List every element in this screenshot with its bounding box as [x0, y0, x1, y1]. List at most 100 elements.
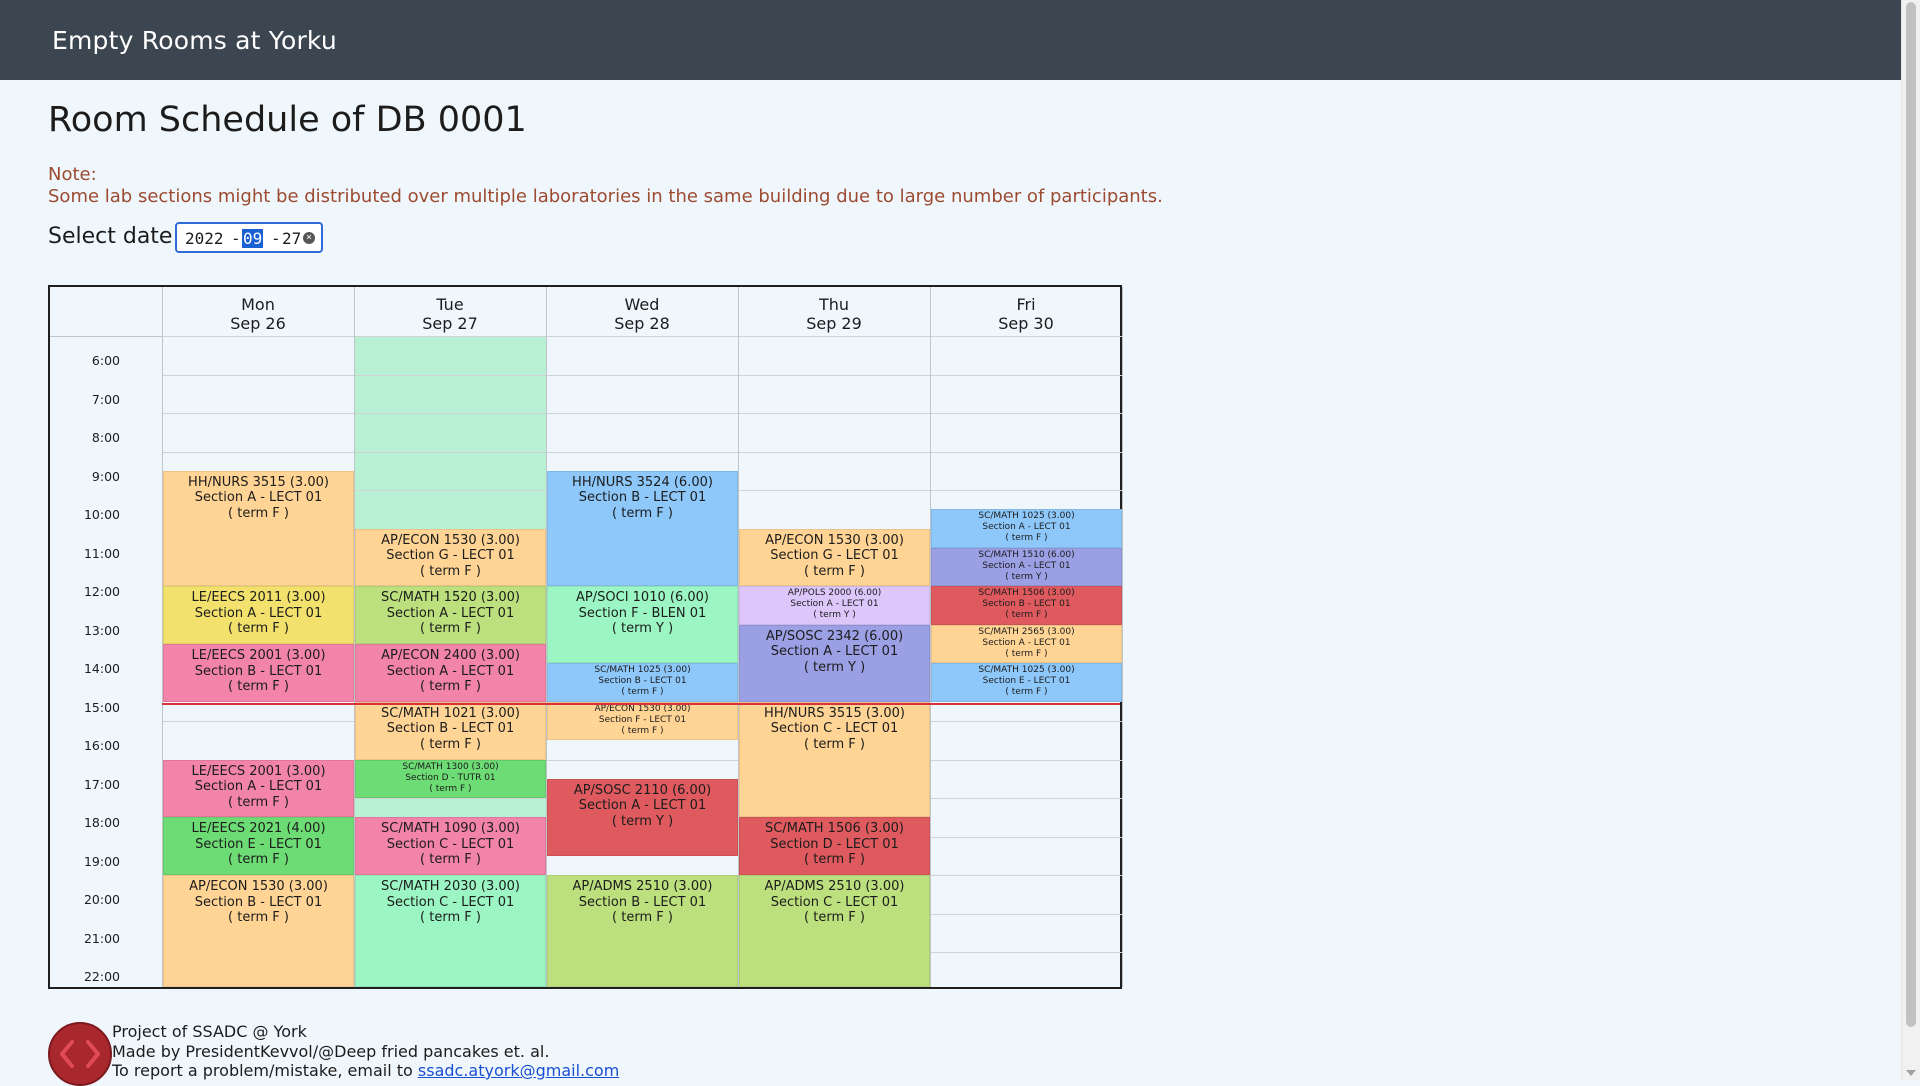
event-term: ( term F )	[804, 736, 865, 752]
footer-text: Project of SSADC @ York Made by Presiden…	[112, 1022, 619, 1081]
navbar-brand[interactable]: Empty Rooms at Yorku	[52, 26, 337, 55]
schedule-event[interactable]: SC/MATH 2030 (3.00) Section C - LECT 01( …	[355, 875, 546, 987]
event-term: ( term F )	[804, 910, 865, 925]
event-term: ( term F )	[1005, 533, 1048, 544]
event-term: ( term F )	[621, 725, 664, 736]
event-section: Section B - LECT 01	[386, 721, 515, 737]
schedule-event[interactable]: AP/SOCI 1010 (6.00) Section F - BLEN 01( …	[547, 586, 738, 664]
event-section: Section D - LECT 01	[770, 836, 899, 852]
time-label: 6:00	[91, 353, 120, 369]
schedule-event[interactable]: AP/POLS 2000 (6.00) Section A - LECT 01( …	[739, 586, 930, 625]
day-header-wed: Wed Sep 28	[546, 295, 738, 333]
event-course: AP/ECON 1530 (3.00)	[381, 532, 520, 548]
schedule-event[interactable]: AP/ADMS 2510 (3.00) Section B - LECT 01( …	[547, 875, 738, 987]
note-text: Some lab sections might be distributed o…	[48, 186, 1163, 207]
schedule-event[interactable]: LE/EECS 2021 (4.00) Section E - LECT 01( …	[163, 817, 354, 875]
scrollbar-thumb[interactable]	[1906, 2, 1916, 1027]
event-section: Section A - LECT 01	[770, 644, 899, 660]
date-sep-2: -	[271, 229, 281, 248]
event-course: LE/EECS 2001 (3.00)	[191, 648, 326, 663]
schedule-event[interactable]: AP/ECON 2400 (3.00) Section A - LECT 01( …	[355, 644, 546, 702]
event-term: ( term F )	[420, 563, 481, 579]
schedule-event[interactable]: SC/MATH 1025 (3.00) Section B - LECT 01( …	[547, 663, 738, 702]
time-label: 22:00	[83, 969, 120, 985]
event-term: ( term F )	[621, 687, 664, 698]
event-course: HH/NURS 3515 (3.00)	[764, 705, 905, 721]
schedule-event[interactable]: LE/EECS 2001 (3.00) Section B - LECT 01( …	[163, 644, 354, 702]
schedule-event[interactable]: SC/MATH 1506 (3.00) Section D - LECT 01( …	[739, 817, 930, 875]
page-scrollbar[interactable]	[1901, 0, 1920, 1080]
schedule-event[interactable]: AP/ECON 1530 (3.00) Section G - LECT 01( …	[739, 528, 930, 587]
schedule-calendar: Mon Sep 26 Tue Sep 27 Wed Sep 28 Thu Sep 29 Fri S…	[48, 285, 1123, 989]
schedule-event[interactable]: AP/ECON 1530 (3.00) Section F - LECT 01( …	[547, 701, 738, 741]
schedule-event[interactable]: SC/MATH 1300 (3.00) Section D - TUTR 01( …	[355, 759, 546, 798]
event-section: Section B - LECT 01	[982, 599, 1071, 610]
time-label: 21:00	[83, 930, 120, 946]
event-course: HH/NURS 3515 (3.00)	[188, 474, 329, 490]
schedule-event[interactable]: HH/NURS 3524 (6.00) Section B - LECT 01( …	[547, 470, 738, 587]
schedule-event[interactable]: LE/EECS 2011 (3.00) Section A - LECT 01( …	[163, 586, 354, 644]
grid-hline	[162, 374, 1122, 376]
event-section: Section A - LECT 01	[194, 779, 323, 794]
event-course: SC/MATH 1510 (6.00)	[978, 549, 1075, 560]
event-section: Section E - LECT 01	[982, 676, 1071, 687]
footer: Project of SSADC @ York Made by Presiden…	[48, 1022, 948, 1086]
event-course: SC/MATH 1025 (3.00)	[594, 665, 691, 676]
date-day[interactable]: 27	[282, 229, 301, 248]
day-header-fri: Fri Sep 30	[930, 295, 1122, 333]
event-term: ( term F )	[804, 852, 865, 868]
event-section: Section B - LECT 01	[194, 663, 323, 679]
grid-vline	[1122, 287, 1123, 987]
event-section: Section B - LECT 01	[578, 894, 707, 910]
schedule-event[interactable]: AP/ECON 1530 (3.00) Section B - LECT 01( …	[163, 875, 354, 987]
schedule-event[interactable]: SC/MATH 1025 (3.00) Section E - LECT 01( …	[931, 663, 1122, 702]
schedule-event[interactable]: AP/SOSC 2342 (6.00) Section A - LECT 01( …	[739, 624, 930, 702]
event-course: LE/EECS 2001 (3.00)	[191, 763, 326, 779]
event-term: ( term F )	[228, 621, 289, 637]
schedule-event[interactable]: SC/MATH 1510 (6.00) Section A - LECT 01( …	[931, 547, 1122, 587]
time-label: 13:00	[83, 622, 120, 638]
schedule-event[interactable]: LE/EECS 2001 (3.00) Section A - LECT 01( …	[163, 759, 354, 818]
clear-date-icon[interactable]: ×	[303, 232, 315, 244]
event-section: Section G - LECT 01	[386, 548, 515, 563]
footer-line-credits: Made by PresidentKevvol/@Deep fried panc…	[112, 1041, 550, 1061]
event-term: ( term F )	[804, 563, 865, 579]
schedule-event[interactable]: HH/NURS 3515 (3.00) Section A - LECT 01( …	[163, 470, 354, 587]
date-input[interactable]: 2022 - 09 - 27 ×	[175, 222, 323, 253]
event-course: AP/SOSC 2110 (6.00)	[573, 782, 712, 798]
day-name: Thu	[818, 295, 850, 314]
schedule-event[interactable]: AP/SOSC 2110 (6.00) Section A - LECT 01( …	[547, 778, 738, 856]
event-course: AP/ECON 1530 (3.00)	[189, 879, 328, 894]
event-course: HH/NURS 3524 (6.00)	[572, 474, 713, 490]
event-course: SC/MATH 1506 (3.00)	[978, 588, 1075, 599]
event-course: AP/SOCI 1010 (6.00)	[576, 590, 709, 606]
footer-email-link[interactable]: ssadc.atyork@gmail.com	[418, 1061, 619, 1080]
time-label: 12:00	[83, 584, 120, 600]
schedule-event[interactable]: HH/NURS 3515 (3.00) Section C - LECT 01( …	[739, 701, 930, 818]
schedule-event[interactable]: AP/ADMS 2510 (3.00) Section C - LECT 01( …	[739, 875, 930, 987]
schedule-event[interactable]: SC/MATH 1090 (3.00) Section C - LECT 01( …	[355, 817, 546, 875]
event-term: ( term F )	[429, 783, 472, 794]
time-label: 19:00	[83, 853, 120, 869]
schedule-event[interactable]: SC/MATH 1520 (3.00) Section A - LECT 01( …	[355, 586, 546, 644]
event-section: Section E - LECT 01	[195, 836, 322, 852]
event-course: SC/MATH 1506 (3.00)	[765, 821, 904, 837]
scroll-down-arrow-icon[interactable]	[1906, 1070, 1916, 1076]
event-course: SC/MATH 1025 (3.00)	[978, 665, 1075, 676]
event-term: ( term F )	[1005, 610, 1048, 621]
time-label: 11:00	[83, 545, 120, 561]
event-term: ( term F )	[420, 852, 481, 868]
date-month[interactable]: 09	[242, 229, 264, 248]
date-year[interactable]: 2022	[185, 229, 224, 248]
schedule-event[interactable]: AP/ECON 1530 (3.00) Section G - LECT 01( …	[355, 528, 546, 587]
event-section: Section F - BLEN 01	[578, 605, 707, 621]
day-name: Fri	[1016, 295, 1036, 314]
schedule-event[interactable]: SC/MATH 1025 (3.00) Section A - LECT 01( …	[931, 509, 1122, 548]
schedule-event[interactable]: SC/MATH 1021 (3.00) Section B - LECT 01( …	[355, 701, 546, 760]
event-course: LE/EECS 2011 (3.00)	[191, 590, 326, 606]
schedule-event[interactable]: SC/MATH 2565 (3.00) Section A - LECT 01( …	[931, 624, 1122, 664]
schedule-event[interactable]: SC/MATH 1506 (3.00) Section B - LECT 01( …	[931, 586, 1122, 625]
note-label: Note:	[48, 164, 97, 185]
event-term: ( term F )	[612, 910, 673, 925]
time-label: 17:00	[83, 776, 120, 792]
